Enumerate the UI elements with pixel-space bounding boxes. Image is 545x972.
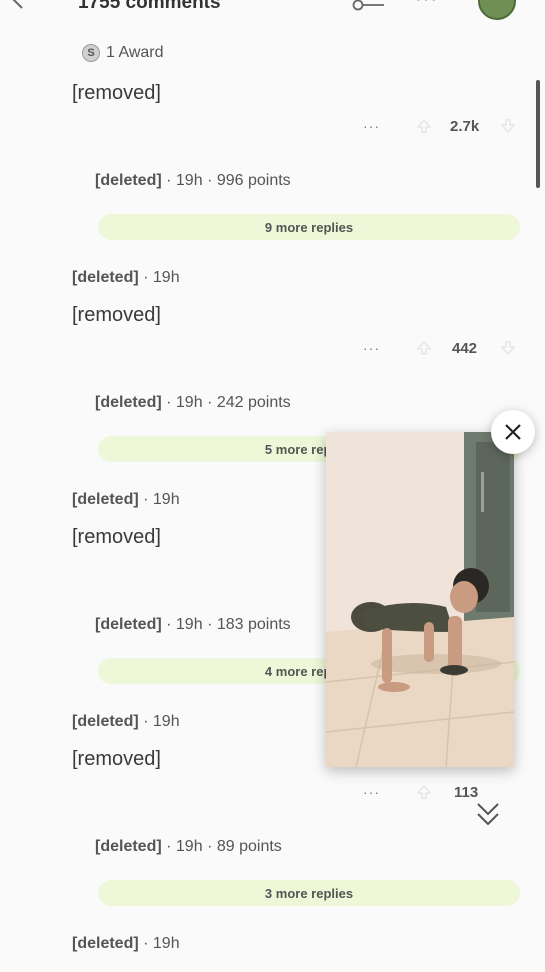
scrollbar[interactable] <box>536 80 540 188</box>
comment-author[interactable]: [deleted] <box>72 269 139 286</box>
comment-age: 19h <box>152 269 180 286</box>
close-icon <box>505 424 521 440</box>
reply-meta[interactable]: [deleted] · 19h · 996 points <box>95 172 291 190</box>
separator: · <box>166 838 172 855</box>
separator: · <box>143 713 149 730</box>
upvote-icon[interactable] <box>416 784 432 800</box>
top-bar: 1755 comments ··· <box>0 0 545 20</box>
more-horizontal-icon[interactable]: ··· <box>363 118 380 134</box>
comment-age: 19h <box>152 491 180 508</box>
separator: · <box>166 616 172 633</box>
reply-points: 242 points <box>216 394 291 411</box>
comments-count-title: 1755 comments <box>78 0 221 13</box>
floating-video-player[interactable] <box>326 432 514 767</box>
reply-author[interactable]: [deleted] <box>95 394 162 411</box>
separator: · <box>166 172 172 189</box>
comment-meta: [deleted] · 19h <box>72 935 180 953</box>
more-horizontal-icon[interactable]: ··· <box>415 0 438 11</box>
comment-meta: [deleted] · 19h <box>72 491 180 509</box>
reply-points: 183 points <box>216 616 291 633</box>
reply-author[interactable]: [deleted] <box>95 838 162 855</box>
comment-age: 19h <box>152 935 180 952</box>
comment-body: [removed] <box>72 82 161 104</box>
comment-meta: [deleted] · 19h <box>72 269 180 287</box>
comment-author[interactable]: [deleted] <box>72 491 139 508</box>
comment-body: [removed] <box>72 748 161 770</box>
comment-age: 19h <box>152 713 180 730</box>
reply-age: 19h <box>175 394 203 411</box>
vote-score: 442 <box>452 340 478 357</box>
video-frame <box>326 432 514 767</box>
avatar[interactable] <box>478 0 516 20</box>
close-video-button[interactable] <box>491 410 535 454</box>
double-chevron-down-icon[interactable] <box>473 796 503 830</box>
comment-body: [removed] <box>72 526 161 548</box>
more-horizontal-icon[interactable]: ··· <box>363 784 380 800</box>
separator: · <box>143 491 149 508</box>
downvote-icon[interactable] <box>500 118 516 134</box>
reply-author[interactable]: [deleted] <box>95 616 162 633</box>
comment-author[interactable]: [deleted] <box>72 713 139 730</box>
award-icon: S <box>82 44 100 62</box>
reply-age: 19h <box>175 616 203 633</box>
more-horizontal-icon[interactable]: ··· <box>363 340 380 356</box>
award-badge[interactable]: S 1 Award <box>82 44 164 62</box>
reply-meta[interactable]: [deleted] · 19h · 89 points <box>95 838 282 856</box>
separator: · <box>207 616 213 633</box>
reply-age: 19h <box>175 172 203 189</box>
comment-meta: [deleted] · 19h <box>72 713 180 731</box>
separator: · <box>166 394 172 411</box>
separator: · <box>143 935 149 952</box>
more-replies-button[interactable]: 9 more replies <box>98 214 520 240</box>
award-label: 1 Award <box>106 44 164 61</box>
separator: · <box>207 394 213 411</box>
reply-points: 89 points <box>216 838 282 855</box>
reply-meta[interactable]: [deleted] · 19h · 242 points <box>95 394 291 412</box>
downvote-icon[interactable] <box>500 340 516 356</box>
comment-body: [removed] <box>72 304 161 326</box>
chevron-left-icon[interactable] <box>8 0 28 10</box>
separator: · <box>207 172 213 189</box>
more-replies-button[interactable]: 3 more replies <box>98 880 520 906</box>
reply-age: 19h <box>175 838 203 855</box>
key-icon[interactable] <box>352 0 386 12</box>
upvote-icon[interactable] <box>416 118 432 134</box>
separator: · <box>143 269 149 286</box>
vote-score: 2.7k <box>450 118 480 135</box>
separator: · <box>207 838 213 855</box>
reply-meta[interactable]: [deleted] · 19h · 183 points <box>95 616 291 634</box>
upvote-icon[interactable] <box>416 340 432 356</box>
reply-author[interactable]: [deleted] <box>95 172 162 189</box>
reply-points: 996 points <box>216 172 291 189</box>
comment-author[interactable]: [deleted] <box>72 935 139 952</box>
